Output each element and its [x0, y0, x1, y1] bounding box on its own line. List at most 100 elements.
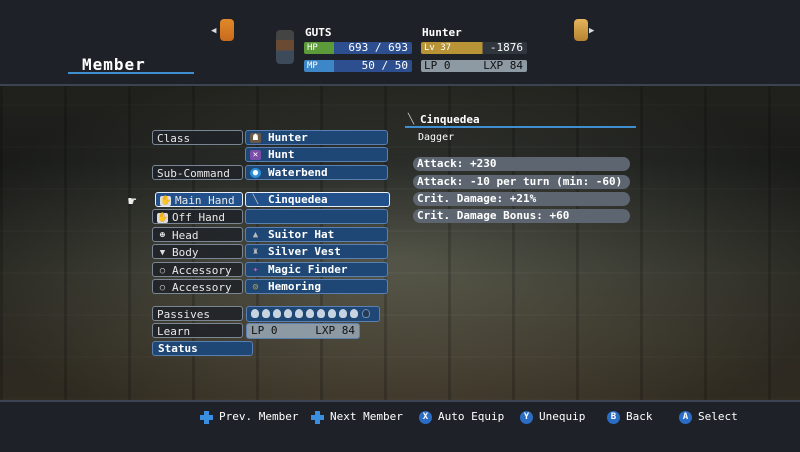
- passive-slot-icon: [350, 309, 358, 318]
- passive-slot-icon: [339, 309, 347, 318]
- footer-bar: [0, 400, 800, 452]
- head-label[interactable]: ☻ Head: [152, 227, 243, 242]
- magic-finder-icon: ✦: [252, 265, 259, 275]
- dpad-right-icon: [311, 410, 324, 424]
- body-value[interactable]: ♜ Silver Vest: [245, 244, 388, 259]
- command-value-text: Hunt: [268, 148, 295, 161]
- level-exp: -1876: [489, 41, 523, 54]
- hp-bar: HP 693 / 693: [304, 42, 412, 54]
- accessory2-value-text: Hemoring: [268, 280, 321, 293]
- x-button-icon: X: [419, 410, 432, 424]
- arrow-right-icon[interactable]: ▶: [589, 26, 594, 36]
- hunter-class-icon: ☗: [250, 133, 261, 143]
- status-button-label: Status: [158, 342, 198, 355]
- y-button-icon: Y: [520, 410, 533, 424]
- learn-lp-bar: LP 0 LXP 84: [246, 323, 360, 339]
- passive-slot-icon: [306, 309, 314, 318]
- dagger-icon: ╲: [252, 195, 259, 205]
- accessory2-value[interactable]: ◎ Hemoring: [245, 279, 388, 294]
- passives-label: Passives: [152, 306, 243, 321]
- arrow-left-icon[interactable]: ◀: [211, 26, 216, 36]
- pointer-hand-icon: ☛: [128, 194, 137, 210]
- learn-label: Learn: [152, 323, 243, 338]
- prev-member-sprite[interactable]: [220, 19, 234, 41]
- body-value-text: Silver Vest: [268, 245, 341, 258]
- waterbend-icon: ●: [250, 168, 261, 178]
- stat-row: Crit. Damage: +21%: [413, 192, 630, 206]
- class-value-text: Hunter: [268, 131, 308, 144]
- hint-prev-member[interactable]: Prev. Member: [200, 410, 298, 424]
- body-label[interactable]: ▼ Body: [152, 244, 243, 259]
- ring-icon: ○: [159, 283, 166, 293]
- hunt-command-icon: ✕: [250, 150, 261, 160]
- item-type: Dagger: [418, 132, 455, 143]
- character-portrait: [276, 30, 294, 64]
- hint-back[interactable]: B Back: [607, 410, 653, 424]
- passive-slot-icon: [284, 309, 292, 318]
- head-value[interactable]: ▲ Suitor Hat: [245, 227, 388, 242]
- passive-slot-icon: [328, 309, 336, 318]
- learn-lxp: LXP 84: [315, 324, 355, 337]
- b-button-icon: B: [607, 410, 620, 424]
- hp-label: HP: [307, 43, 318, 53]
- helmet-icon: ☻: [159, 231, 166, 241]
- stat-row: Crit. Damage Bonus: +60: [413, 209, 630, 223]
- character-name: GUTS: [305, 26, 332, 39]
- hemoring-icon: ◎: [252, 282, 259, 292]
- lp-label: LP 0: [424, 59, 451, 72]
- passive-slot-icon: [273, 309, 281, 318]
- lxp-label: LXP 84: [483, 59, 523, 72]
- passives-slots[interactable]: [246, 306, 380, 322]
- level-label: Lv 37: [424, 43, 452, 53]
- level-bar: Lv 37 -1876: [421, 42, 527, 54]
- armor-icon: ▼: [159, 248, 166, 258]
- main-hand-value[interactable]: ╲ Cinquedea: [245, 192, 390, 207]
- command-value[interactable]: ✕ Hunt: [245, 147, 388, 162]
- head-value-text: Suitor Hat: [268, 228, 335, 241]
- lp-bar: LP 0 LXP 84: [421, 60, 527, 72]
- subcommand-value[interactable]: ● Waterbend: [245, 165, 388, 180]
- hint-select[interactable]: A Select: [679, 410, 738, 424]
- class-label: Class: [152, 130, 243, 145]
- next-member-sprite[interactable]: [574, 19, 588, 41]
- main-hand-label[interactable]: ✋ Main Hand: [155, 192, 243, 207]
- mp-value: 50 / 50: [361, 59, 408, 72]
- background-scene: [0, 84, 800, 400]
- vest-icon: ♜: [252, 247, 259, 257]
- mp-bar: MP 50 / 50: [304, 60, 412, 72]
- hp-value: 693 / 693: [348, 41, 408, 54]
- passive-slot-icon: [317, 309, 325, 318]
- a-button-icon: A: [679, 410, 692, 424]
- character-job: Hunter: [422, 26, 462, 39]
- subcommand-label: Sub-Command: [152, 165, 243, 180]
- stat-row: Attack: +230: [413, 157, 630, 171]
- hint-next-member[interactable]: Next Member: [311, 410, 403, 424]
- off-hand-label[interactable]: ✋ Off Hand: [152, 209, 243, 224]
- passive-slot-icon: [251, 309, 259, 318]
- dagger-icon: ╲: [408, 114, 415, 125]
- main-hand-value-text: Cinquedea: [268, 193, 328, 206]
- ring-icon: ○: [159, 266, 166, 276]
- title-underline: [68, 72, 194, 74]
- detail-underline: [405, 126, 636, 128]
- subcommand-value-text: Waterbend: [268, 166, 328, 179]
- passive-slot-empty-icon: [362, 309, 370, 318]
- item-name: Cinquedea: [420, 113, 480, 126]
- passive-slot-icon: [262, 309, 270, 318]
- hand-icon: ✋: [157, 213, 169, 223]
- learn-lp: LP 0: [251, 324, 278, 337]
- class-value[interactable]: ☗ Hunter: [245, 130, 388, 145]
- hint-unequip[interactable]: Y Unequip: [520, 410, 585, 424]
- off-hand-value[interactable]: [245, 209, 388, 224]
- accessory2-label[interactable]: ○ Accessory: [152, 279, 243, 294]
- status-button[interactable]: Status: [152, 341, 253, 356]
- mp-label: MP: [307, 61, 318, 71]
- dpad-left-icon: [200, 410, 213, 424]
- accessory1-value-text: Magic Finder: [268, 263, 348, 276]
- hint-auto-equip[interactable]: X Auto Equip: [419, 410, 504, 424]
- hat-icon: ▲: [252, 230, 259, 240]
- accessory1-label[interactable]: ○ Accessory: [152, 262, 243, 277]
- stat-row: Attack: -10 per turn (min: -60): [413, 175, 630, 189]
- passive-slot-icon: [295, 309, 303, 318]
- accessory1-value[interactable]: ✦ Magic Finder: [245, 262, 388, 277]
